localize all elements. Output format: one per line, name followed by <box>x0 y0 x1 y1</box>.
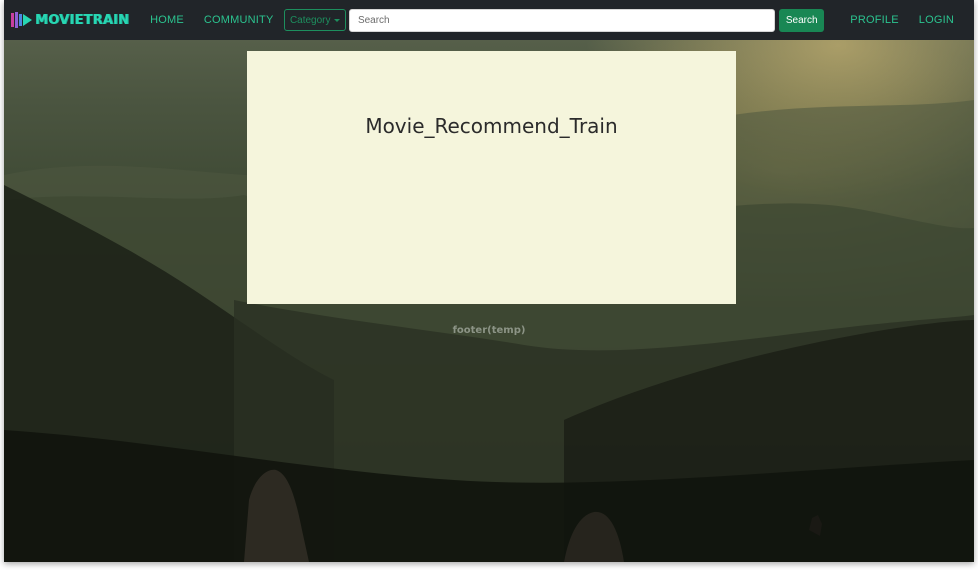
nav-login-link[interactable]: LOGIN <box>919 14 954 26</box>
category-dropdown-button[interactable]: Category <box>283 9 346 31</box>
page-frame: MOVIETRAIN HOME COMMUNITY Category Searc… <box>4 0 974 562</box>
caret-down-icon <box>333 18 340 22</box>
search-input[interactable] <box>348 8 776 32</box>
nav-home-link[interactable]: HOME <box>150 14 184 26</box>
brand-logo-link[interactable]: MOVIETRAIN <box>11 0 129 40</box>
hero-card: Movie_Recommend_Train <box>247 51 736 304</box>
brand-name: MOVIETRAIN <box>35 12 130 28</box>
film-play-icon <box>11 12 32 28</box>
category-label: Category <box>289 14 331 26</box>
nav-profile-link[interactable]: PROFILE <box>850 14 898 26</box>
footer-text: footer(temp) <box>452 325 526 336</box>
search-button[interactable]: Search <box>779 8 825 32</box>
hero-title: Movie_Recommend_Train <box>365 113 618 138</box>
nav-community-link[interactable]: COMMUNITY <box>204 14 274 26</box>
top-navbar: MOVIETRAIN HOME COMMUNITY Category Searc… <box>4 0 974 40</box>
nav-right-group: PROFILE LOGIN <box>850 14 974 26</box>
